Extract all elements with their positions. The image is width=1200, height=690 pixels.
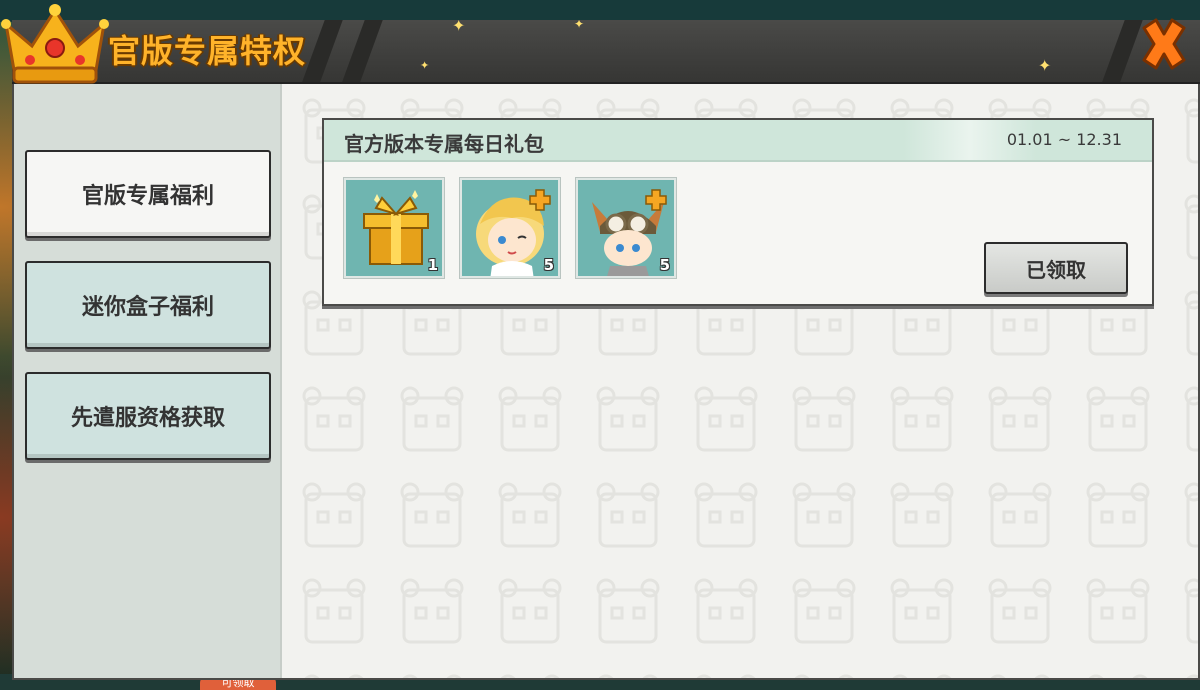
sidebar-item-official-benefits[interactable]: 官版专属福利 bbox=[25, 150, 271, 238]
sparkle-icon: ✦ bbox=[1038, 56, 1052, 75]
card-header: 官方版本专属每日礼包 01.01 ~ 12.31 bbox=[324, 120, 1152, 162]
sidebar-item-label: 先遣服资格获取 bbox=[70, 406, 225, 431]
reward-item[interactable]: 1 bbox=[344, 178, 444, 278]
item-count: 5 bbox=[659, 256, 670, 274]
close-x-icon[interactable] bbox=[1134, 14, 1194, 74]
background-top-strip bbox=[0, 0, 1200, 22]
sparkle-icon: ✦ bbox=[420, 59, 430, 72]
reward-item[interactable]: 5 bbox=[460, 178, 560, 278]
dialog-body: 官版专属福利 迷你盒子福利 先遣服资格获取 官方版本专属每日礼包 01.01 ~… bbox=[12, 84, 1200, 680]
claimed-button-label: 已领取 bbox=[1026, 257, 1086, 282]
sparkle-icon: ✦ bbox=[574, 20, 585, 31]
sidebar-item-mini-box-benefits[interactable]: 迷你盒子福利 bbox=[25, 261, 271, 349]
item-count: 5 bbox=[543, 256, 554, 274]
sidebar-item-label: 官版专属福利 bbox=[81, 184, 214, 209]
daily-gift-card: 官方版本专属每日礼包 01.01 ~ 12.31 1 5 5 已领取 bbox=[322, 118, 1154, 306]
item-count: 1 bbox=[427, 256, 438, 274]
dialog-header: 官版专属特权 ✦ ✦ ✦ ✦ bbox=[12, 20, 1200, 84]
header-stripe bbox=[339, 20, 383, 82]
card-title: 官方版本专属每日礼包 bbox=[344, 132, 544, 156]
reward-items: 1 5 5 bbox=[344, 178, 676, 278]
card-date-range: 01.01 ~ 12.31 bbox=[1006, 130, 1122, 149]
dialog-title: 官版专属特权 bbox=[108, 32, 307, 70]
sidebar-item-advance-server-qualification[interactable]: 先遣服资格获取 bbox=[25, 372, 271, 460]
sidebar: 官版专属福利 迷你盒子福利 先遣服资格获取 bbox=[14, 84, 282, 678]
reward-item[interactable]: 5 bbox=[576, 178, 676, 278]
sparkle-icon: ✦ bbox=[452, 20, 466, 35]
claimed-button[interactable]: 已领取 bbox=[984, 242, 1128, 294]
privilege-dialog: 官版专属特权 ✦ ✦ ✦ ✦ 官版专属福利 迷你盒子福利 先遣服资格获取 官方版… bbox=[1, 4, 1200, 680]
content-panel: 官方版本专属每日礼包 01.01 ~ 12.31 1 5 5 已领取 bbox=[282, 84, 1198, 678]
sidebar-item-label: 迷你盒子福利 bbox=[81, 295, 214, 320]
